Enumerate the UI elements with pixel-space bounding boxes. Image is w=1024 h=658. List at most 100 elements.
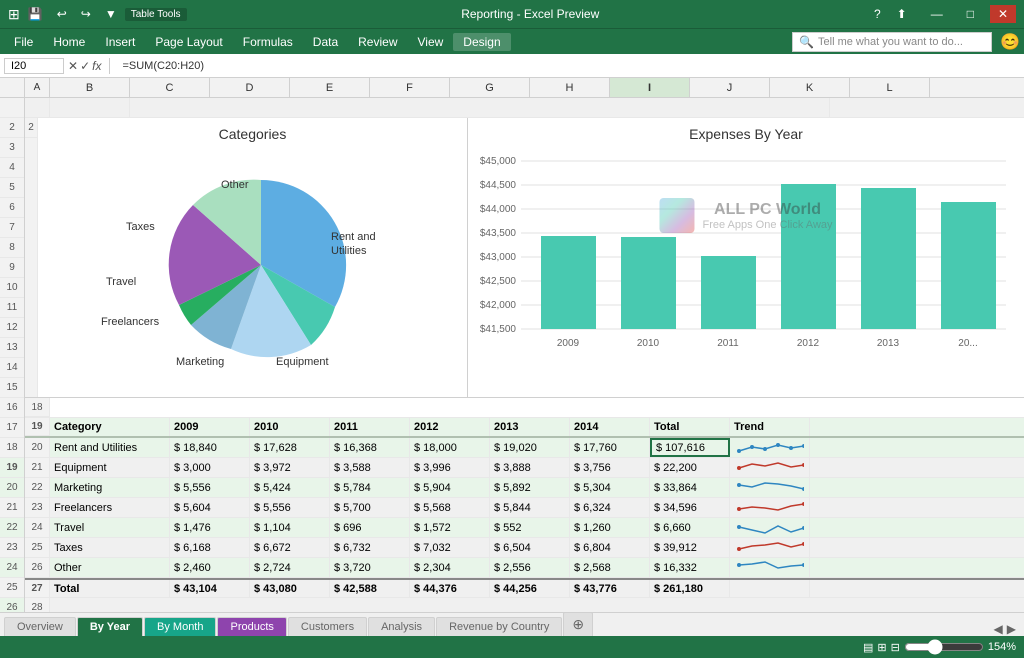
cell-B1[interactable] [50,98,130,117]
cell-total-total[interactable]: $ 261,180 [650,580,730,597]
view-page-break-icon[interactable]: ⊟ [891,641,900,654]
cell-2011-total[interactable]: $ 42,588 [330,580,410,597]
sheet-tab-products[interactable]: Products [217,617,286,636]
sheet-tab-byyear[interactable]: By Year [77,617,143,636]
cell-2010-5[interactable]: $ 6,672 [250,538,330,557]
cell-2012-5[interactable]: $ 7,032 [410,538,490,557]
cell-cat-6[interactable]: Other [50,558,170,577]
sheet-tab-analysis[interactable]: Analysis [368,617,435,636]
cell-2014-total[interactable]: $ 43,776 [570,580,650,597]
cell-cat-0[interactable]: Rent and Utilities [50,438,170,457]
menu-data[interactable]: Data [303,33,348,51]
cell-2009-3[interactable]: $ 5,604 [170,498,250,517]
zoom-slider[interactable] [904,639,984,655]
cell-2009-5[interactable]: $ 6,168 [170,538,250,557]
save-icon[interactable]: 💾 [24,5,47,23]
cell-2009-0[interactable]: $ 18,840 [170,438,250,457]
sheet-tab-customers[interactable]: Customers [288,617,367,636]
cell-2014-3[interactable]: $ 6,324 [570,498,650,517]
search-box[interactable]: 🔍 Tell me what you want to do... [792,32,992,52]
cell-2011-0[interactable]: $ 16,368 [330,438,410,457]
cell-2009-2[interactable]: $ 5,556 [170,478,250,497]
table-row-5[interactable]: 25 Taxes $ 6,168 $ 6,672 $ 6,732 $ 7,032… [25,538,1024,558]
view-normal-icon[interactable]: ▤ [863,641,873,654]
cell-2011-4[interactable]: $ 696 [330,518,410,537]
cell-cat-total[interactable]: Total [50,580,170,597]
cell-2011-6[interactable]: $ 3,720 [330,558,410,577]
cell-2012-1[interactable]: $ 3,996 [410,458,490,477]
cell-2012-4[interactable]: $ 1,572 [410,518,490,537]
table-row-6[interactable]: 26 Other $ 2,460 $ 2,724 $ 3,720 $ 2,304… [25,558,1024,578]
help-icon[interactable]: ? [874,7,881,21]
menu-view[interactable]: View [408,33,454,51]
cell-total-0[interactable]: $ 107,616 [650,438,730,457]
menu-file[interactable]: File [4,33,43,51]
redo-icon[interactable]: ↪ [77,5,95,23]
cell-2014-6[interactable]: $ 2,568 [570,558,650,577]
table-row-2[interactable]: 22 Marketing $ 5,556 $ 5,424 $ 5,784 $ 5… [25,478,1024,498]
menu-home[interactable]: Home [43,33,95,51]
sheet-tab-overview[interactable]: Overview [4,617,76,636]
cell-total-3[interactable]: $ 34,596 [650,498,730,517]
ribbon-toggle-button[interactable]: ⬆ [889,5,915,23]
cell-2011-1[interactable]: $ 3,588 [330,458,410,477]
cell-cat-2[interactable]: Marketing [50,478,170,497]
cell-2009-1[interactable]: $ 3,000 [170,458,250,477]
cell-2012-0[interactable]: $ 18,000 [410,438,490,457]
minimize-button[interactable]: — [923,5,951,23]
menu-formulas[interactable]: Formulas [233,33,303,51]
menu-design[interactable]: Design [453,33,510,51]
cell-2010-0[interactable]: $ 17,628 [250,438,330,457]
cell-2013-total[interactable]: $ 44,256 [490,580,570,597]
cell-2014-4[interactable]: $ 1,260 [570,518,650,537]
customize-icon[interactable]: ▼ [101,5,121,23]
cell-total-6[interactable]: $ 16,332 [650,558,730,577]
cell-2009-total[interactable]: $ 43,104 [170,580,250,597]
menu-review[interactable]: Review [348,33,407,51]
menu-insert[interactable]: Insert [95,33,145,51]
sheet-tab-revenue-country[interactable]: Revenue by Country [436,617,562,636]
table-row-1[interactable]: 21 Equipment $ 3,000 $ 3,972 $ 3,588 $ 3… [25,458,1024,478]
cell-2009-6[interactable]: $ 2,460 [170,558,250,577]
cell-2012-2[interactable]: $ 5,904 [410,478,490,497]
cell-total-2[interactable]: $ 33,864 [650,478,730,497]
cell-A1[interactable] [25,98,50,117]
cell-2011-3[interactable]: $ 5,700 [330,498,410,517]
table-row-0[interactable]: 20 Rent and Utilities $ 18,840 $ 17,628 … [25,438,1024,458]
cell-2013-0[interactable]: $ 19,020 [490,438,570,457]
cell-2010-1[interactable]: $ 3,972 [250,458,330,477]
cell-2010-3[interactable]: $ 5,556 [250,498,330,517]
restore-button[interactable]: □ [959,5,982,23]
cell-2014-5[interactable]: $ 6,804 [570,538,650,557]
insert-function-button[interactable]: fx [92,59,101,73]
cell-reference[interactable]: I20 [4,58,64,74]
formula-input[interactable]: =SUM(C20:H20) [118,60,1020,72]
cell-total-1[interactable]: $ 22,200 [650,458,730,477]
view-layout-icon[interactable]: ⊞ [877,641,886,654]
cell-2013-6[interactable]: $ 2,556 [490,558,570,577]
cell-cat-3[interactable]: Freelancers [50,498,170,517]
cell-2013-4[interactable]: $ 552 [490,518,570,537]
close-button[interactable]: ✕ [990,5,1016,23]
table-row-3[interactable]: 23 Freelancers $ 5,604 $ 5,556 $ 5,700 $… [25,498,1024,518]
cell-cat-5[interactable]: Taxes [50,538,170,557]
undo-icon[interactable]: ↩ [53,5,71,23]
scroll-right-icon[interactable]: ▶ [1007,622,1016,636]
table-row-total[interactable]: 27 Total $ 43,104 $ 43,080 $ 42,588 $ 44… [25,578,1024,598]
cell-2012-total[interactable]: $ 44,376 [410,580,490,597]
confirm-formula-button[interactable]: ✓ [80,59,90,73]
cell-2012-6[interactable]: $ 2,304 [410,558,490,577]
cell-2010-2[interactable]: $ 5,424 [250,478,330,497]
cell-2013-3[interactable]: $ 5,844 [490,498,570,517]
add-sheet-button[interactable]: ⊕ [563,612,593,636]
cell-2014-0[interactable]: $ 17,760 [570,438,650,457]
cell-2012-3[interactable]: $ 5,568 [410,498,490,517]
cell-2013-2[interactable]: $ 5,892 [490,478,570,497]
cell-2010-4[interactable]: $ 1,104 [250,518,330,537]
cell-2013-5[interactable]: $ 6,504 [490,538,570,557]
cell-total-5[interactable]: $ 39,912 [650,538,730,557]
cell-cat-4[interactable]: Travel [50,518,170,537]
menu-page-layout[interactable]: Page Layout [145,33,232,51]
cell-2009-4[interactable]: $ 1,476 [170,518,250,537]
scroll-left-icon[interactable]: ◀ [994,622,1003,636]
